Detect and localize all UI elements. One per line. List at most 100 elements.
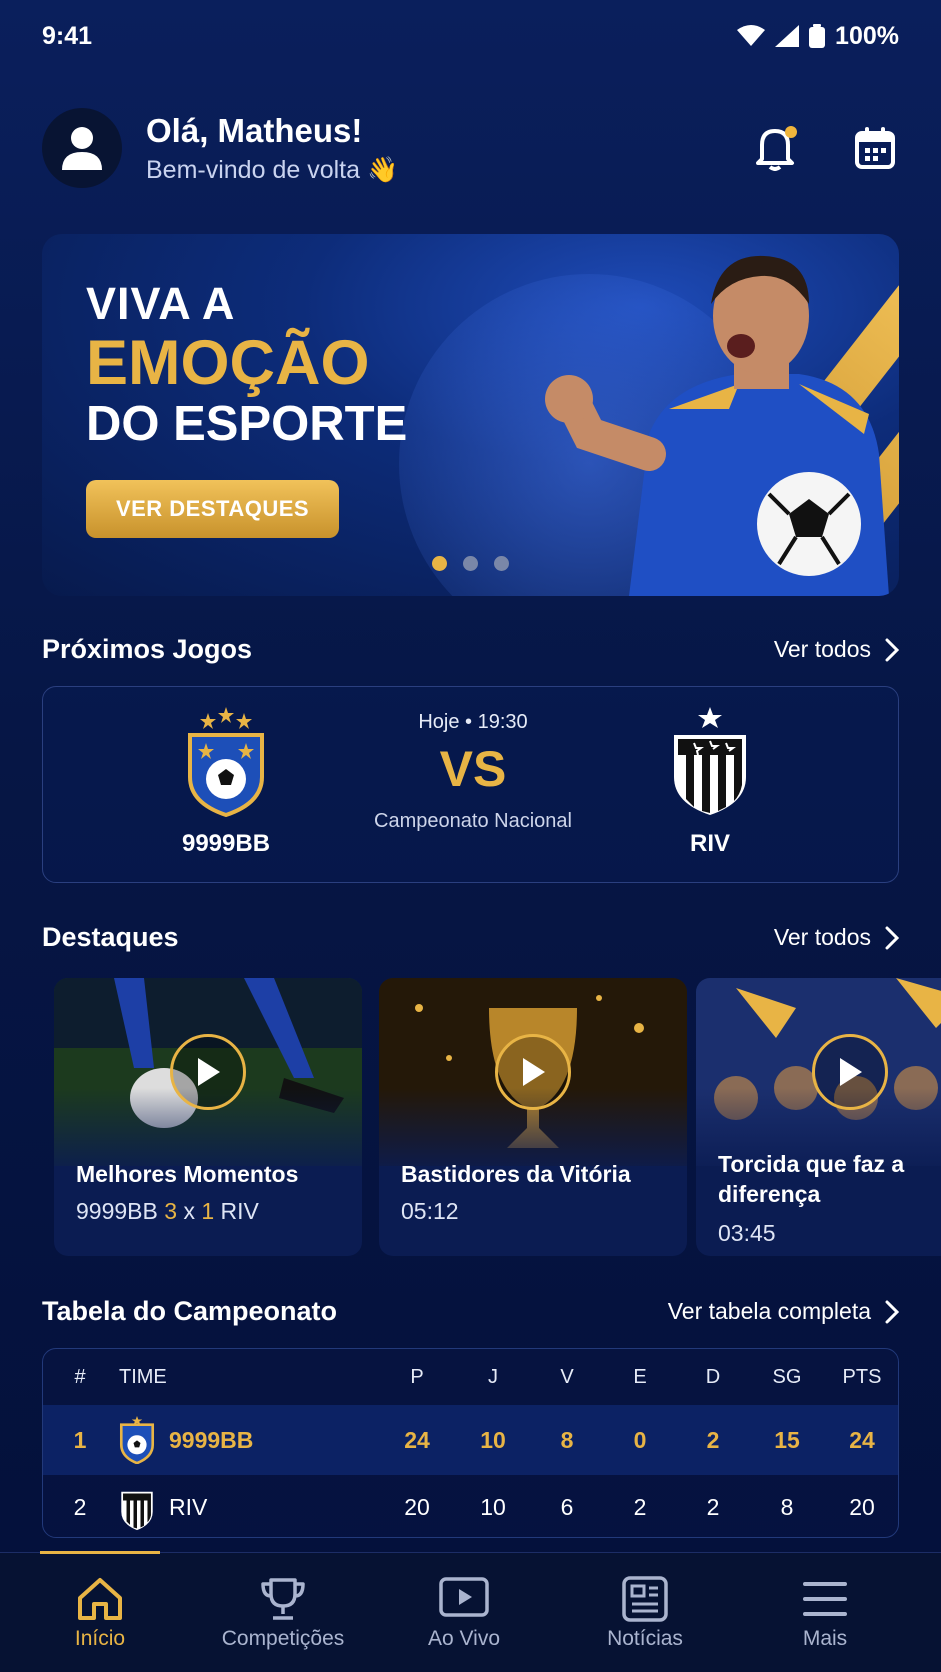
play-button[interactable] <box>495 1034 571 1110</box>
table-row[interactable]: 1 9999BB 24 10 8 0 2 15 24 <box>43 1405 898 1475</box>
calendar-button[interactable] <box>851 124 899 172</box>
column-header: J <box>488 1365 498 1388</box>
carousel-dot[interactable] <box>463 556 478 571</box>
view-highlights-button[interactable]: VER DESTAQUES <box>86 480 339 538</box>
nav-label: Início <box>74 1627 126 1650</box>
battery-icon <box>809 24 826 48</box>
highlight-card[interactable]: Bastidores da Vitória 05:12 <box>379 978 687 1256</box>
bottom-nav: Início Competições Ao Vivo Notícias Mais <box>0 1551 941 1672</box>
row-draws: 0 <box>633 1426 647 1453</box>
news-icon <box>622 1576 668 1622</box>
row-team: 9999BB <box>119 1416 253 1464</box>
nav-label: Ao Vivo <box>428 1627 500 1650</box>
highlight-score: 9999BB 3 x 1 RIV <box>76 1198 259 1225</box>
play-icon <box>439 1577 489 1617</box>
home-icon <box>78 1578 122 1620</box>
row-points-p: 20 <box>404 1493 430 1520</box>
upcoming-header: Próximos Jogos Ver todos <box>42 634 899 665</box>
table-row[interactable]: 2 RIV 20 10 6 2 2 8 20 <box>43 1475 898 1537</box>
highlights-header: Destaques Ver todos <box>42 922 899 953</box>
highlight-card[interactable]: Torcida que faz a diferença 03:45 <box>696 978 941 1256</box>
highlights-carousel[interactable]: Melhores Momentos 9999BB 3 x 1 RIV Basti… <box>54 978 941 1256</box>
greeting-block: Olá, Matheus! Bem-vindo de volta 👋 <box>146 112 398 185</box>
play-icon <box>840 1058 862 1086</box>
highlights-see-all-link[interactable]: Ver todos <box>774 924 899 951</box>
nav-item-more[interactable]: Mais <box>735 1571 915 1651</box>
row-team: RIV <box>119 1483 207 1531</box>
row-total-points: 20 <box>849 1493 875 1520</box>
wifi-icon <box>737 25 766 46</box>
row-goal-diff: 8 <box>780 1493 794 1520</box>
hero-headline: VIVA A EMOÇÃO DO ESPORTE <box>86 278 407 452</box>
greeting-subtitle: Bem-vindo de volta 👋 <box>146 155 399 184</box>
highlights-title: Destaques <box>42 922 179 952</box>
user-icon <box>62 127 102 170</box>
row-team-name: RIV <box>169 1493 208 1520</box>
match-card[interactable]: 9999BB Hoje • 19:30 VS Campeonato Nacion… <box>42 686 899 883</box>
score-separator: x <box>183 1198 195 1224</box>
avatar[interactable] <box>42 108 122 188</box>
row-losses: 2 <box>706 1426 720 1453</box>
row-games: 10 <box>480 1426 506 1453</box>
signal-icon <box>775 25 800 47</box>
row-wins: 6 <box>560 1493 574 1520</box>
play-icon <box>198 1058 220 1086</box>
home-team-crest-icon <box>188 707 264 818</box>
battery-level: 100% <box>835 21 899 50</box>
row-points-p: 24 <box>404 1426 430 1453</box>
hero-line-3: DO ESPORTE <box>86 397 408 452</box>
nav-item-live[interactable]: Ao Vivo <box>374 1571 554 1651</box>
row-draws: 2 <box>633 1493 647 1520</box>
match-vs: VS <box>439 741 507 797</box>
highlight-title: Melhores Momentos <box>76 1161 299 1187</box>
nav-item-competitions[interactable]: Competições <box>193 1571 373 1651</box>
standings-header: Tabela do Campeonato Ver tabela completa <box>42 1296 899 1327</box>
highlight-card[interactable]: Melhores Momentos 9999BB 3 x 1 RIV <box>54 978 362 1256</box>
highlight-title: Bastidores da Vitória <box>401 1161 631 1187</box>
carousel-dots <box>432 556 509 571</box>
row-losses: 2 <box>706 1493 720 1520</box>
play-button[interactable] <box>812 1034 888 1110</box>
hero-line-1: VIVA A <box>86 278 236 329</box>
away-team-crest-icon <box>674 707 746 815</box>
home-team: 9999BB <box>136 707 316 858</box>
column-header: # <box>74 1365 86 1388</box>
highlights-see-all-label: Ver todos <box>773 924 871 950</box>
nav-item-news[interactable]: Notícias <box>555 1571 735 1651</box>
row-games: 10 <box>480 1493 506 1520</box>
row-total-points: 24 <box>849 1426 875 1453</box>
row-goal-diff: 15 <box>774 1426 800 1453</box>
standings-table: # TIME P J V E D SG PTS 1 9999BB 24 10 8… <box>42 1348 899 1538</box>
away-team-name: RIV <box>689 830 730 857</box>
standings-full-table-label: Ver tabela completa <box>667 1298 871 1324</box>
column-header: V <box>560 1365 574 1388</box>
nav-label: Notícias <box>607 1627 683 1650</box>
trophy-icon <box>261 1578 305 1620</box>
hero-banner[interactable]: VIVA A EMOÇÃO DO ESPORTE VER DESTAQUES <box>42 234 899 596</box>
nav-active-indicator <box>40 1551 160 1554</box>
hero-line-2: EMOÇÃO <box>86 328 370 398</box>
standings-title: Tabela do Campeonato <box>42 1296 338 1326</box>
notifications-button[interactable] <box>751 124 799 172</box>
header: Olá, Matheus! Bem-vindo de volta 👋 <box>42 108 899 188</box>
row-wins: 8 <box>560 1426 574 1453</box>
standings-full-table-link[interactable]: Ver tabela completa <box>668 1298 899 1325</box>
menu-icon <box>803 1582 847 1616</box>
nav-item-home[interactable]: Início <box>10 1571 190 1651</box>
upcoming-see-all-link[interactable]: Ver todos <box>774 636 899 663</box>
home-team-crest-icon <box>119 1416 155 1464</box>
player-illustration <box>545 255 889 596</box>
column-header: E <box>633 1365 647 1388</box>
score-home-team: 9999BB <box>76 1198 158 1224</box>
carousel-dot[interactable] <box>494 556 509 571</box>
upcoming-title: Próximos Jogos <box>42 634 253 664</box>
highlight-duration: 03:45 <box>718 1220 776 1246</box>
score-home-goals: 3 <box>164 1198 178 1224</box>
play-button[interactable] <box>170 1034 246 1110</box>
table-header-row: # TIME P J V E D SG PTS <box>43 1349 898 1405</box>
upcoming-see-all-label: Ver todos <box>773 636 871 662</box>
column-header: D <box>705 1365 721 1388</box>
away-team-crest-icon <box>121 1491 153 1531</box>
notification-dot <box>785 126 797 138</box>
carousel-dot-active[interactable] <box>432 556 447 571</box>
